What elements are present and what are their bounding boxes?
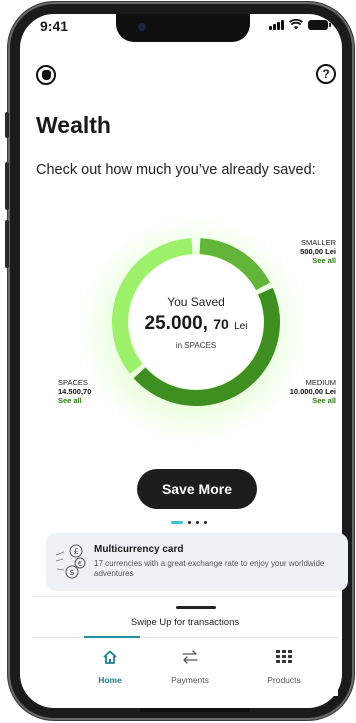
saved-amount-int: 25.000, <box>144 312 208 334</box>
carousel-indicator[interactable] <box>171 521 207 524</box>
volume-up-button <box>5 162 9 210</box>
mute-switch <box>5 112 9 138</box>
segment-medium: MEDIUM 10.000,00 Lei See all <box>268 378 336 405</box>
saved-source: in SPACES <box>175 340 217 350</box>
saved-currency: Lei <box>234 320 248 332</box>
multicurrency-card[interactable]: £ € $ Multicurrency card 17 currencies w… <box>46 533 348 591</box>
segment-name: MEDIUM <box>305 378 336 387</box>
svg-text:$: $ <box>70 568 75 577</box>
page-subtitle: Check out how much you’ve already saved: <box>36 162 316 178</box>
home-indicator <box>140 708 250 712</box>
segment-spaces: SPACES 14.500,70 See all <box>58 378 118 405</box>
currency-exchange-icon: £ € $ <box>55 544 86 579</box>
segment-amount: 500,00 Lei <box>300 247 336 256</box>
segment-name: SPACES <box>58 378 88 387</box>
save-more-button[interactable]: Save More <box>137 469 257 509</box>
page-title: Wealth <box>36 112 111 138</box>
card-description: 17 currencies with a great exchange rate… <box>94 559 325 578</box>
camera <box>138 23 146 31</box>
carousel-dot[interactable] <box>188 521 191 524</box>
carousel-dot[interactable] <box>171 521 183 524</box>
home-icon <box>70 648 150 666</box>
status-time: 9:41 <box>40 18 69 34</box>
wallet-icon[interactable] <box>36 65 56 85</box>
segment-name: SMALLER <box>300 238 336 247</box>
tab-label: Home <box>98 675 122 685</box>
battery-icon <box>308 19 331 30</box>
tab-divider <box>32 637 338 638</box>
svg-text:€: € <box>78 560 82 568</box>
carousel-dot[interactable] <box>204 521 207 524</box>
carousel-dot[interactable] <box>196 521 199 524</box>
tab-label: Products <box>267 675 301 685</box>
tab-active-indicator <box>84 636 140 638</box>
wifi-icon <box>289 19 303 30</box>
saved-amount-dec: 70 <box>213 315 229 332</box>
swipe-hint: Swipe Up for transactions <box>130 617 240 628</box>
segment-smaller: SMALLER 500,00 Lei See all <box>280 238 336 265</box>
see-all-link[interactable]: See all <box>280 256 336 265</box>
segment-amount: 10.000,00 Lei <box>289 387 336 396</box>
savings-center: You Saved 25.000, 70 Lei in SPACES <box>108 234 284 410</box>
sheet-handle[interactable] <box>176 606 216 609</box>
saved-amount: 25.000, 70 Lei <box>145 313 248 335</box>
help-icon[interactable]: ? <box>316 64 336 84</box>
svg-text:£: £ <box>74 547 79 556</box>
see-all-link[interactable]: See all <box>58 396 118 405</box>
transfer-icon <box>150 648 230 666</box>
signal-icon <box>269 19 284 30</box>
notch <box>116 14 250 42</box>
segment-amount: 14.500,70 <box>58 387 92 396</box>
tab-home[interactable]: Home <box>70 648 150 685</box>
tab-label: Payments <box>171 675 209 685</box>
tab-products[interactable]: Products <box>244 648 324 685</box>
saved-label: You Saved <box>167 294 225 309</box>
see-all-link[interactable]: See all <box>268 396 336 405</box>
card-title: Multicurrency card <box>94 544 184 555</box>
tab-payments[interactable]: Payments <box>150 648 230 685</box>
grid-icon <box>244 648 324 666</box>
status-icons <box>269 19 331 30</box>
volume-down-button <box>5 220 9 268</box>
